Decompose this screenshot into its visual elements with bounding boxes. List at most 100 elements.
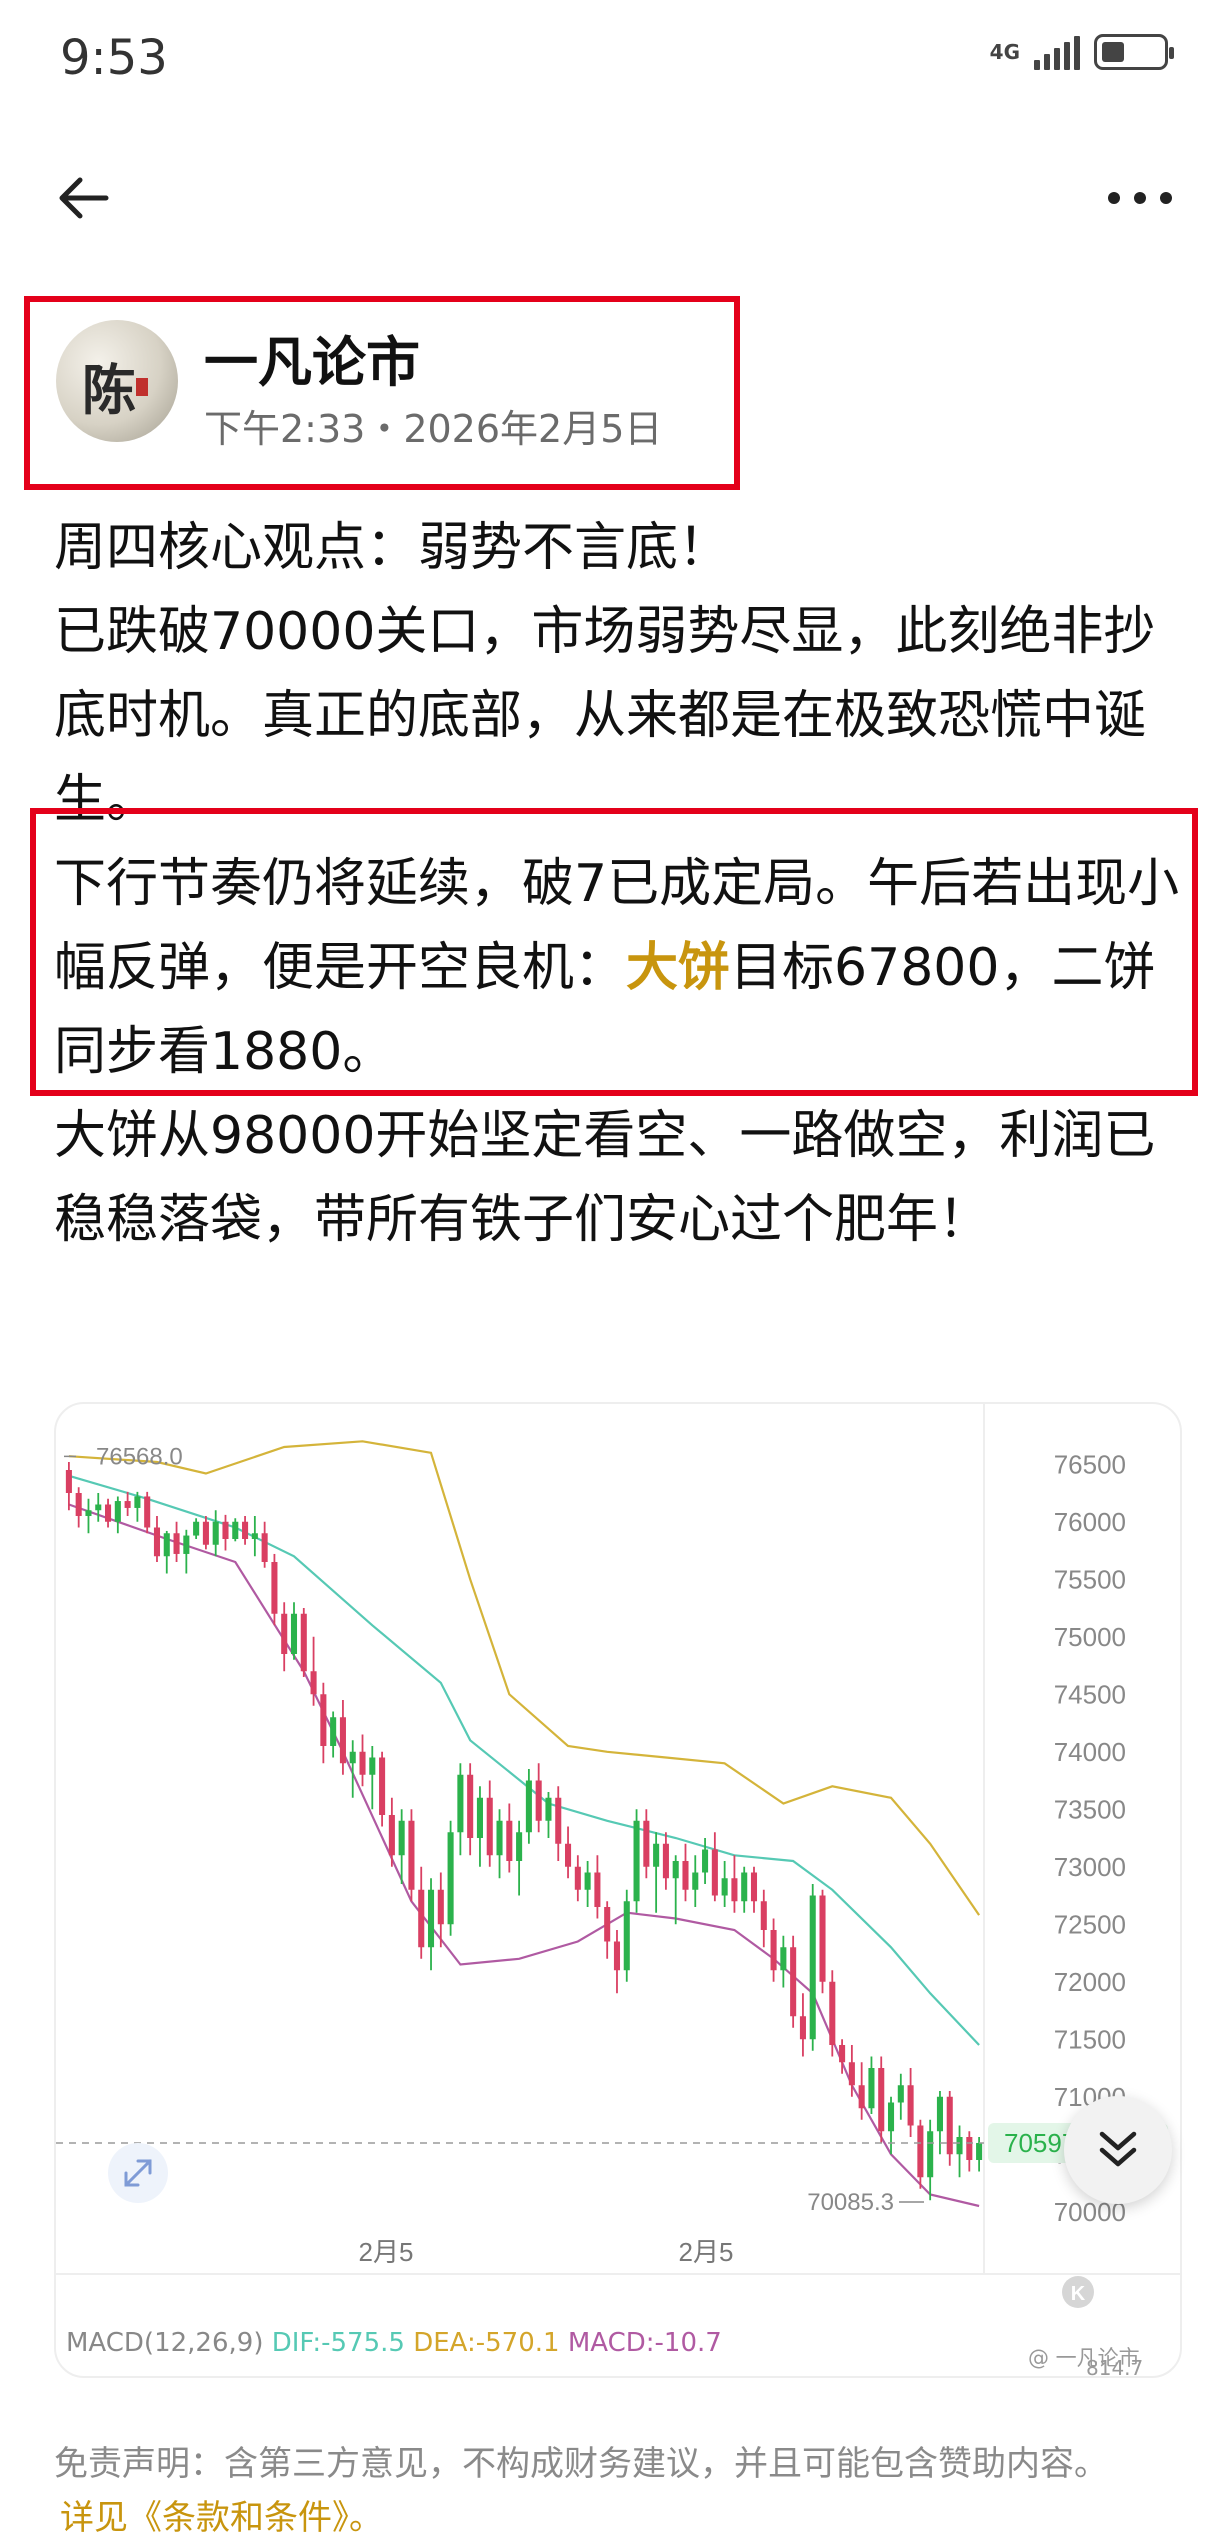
candle-body: [760, 1901, 767, 1930]
mid-band-line: [68, 1474, 980, 2046]
arrow-left-icon: [59, 177, 109, 219]
candle-body: [692, 1872, 699, 1890]
upper-band-line: [68, 1440, 981, 1916]
candle-body: [858, 2085, 865, 2109]
author-name[interactable]: 一凡论市: [204, 318, 420, 397]
candle-body: [653, 1843, 660, 1867]
candle-body: [633, 1820, 640, 1902]
candle-body: [369, 1757, 376, 1775]
chart-card[interactable]: 76500 76000 75500 75000 74500 74000 73500 73000…: [54, 1402, 1182, 2378]
post-time: 下午2:33・2026年2月5日: [204, 407, 663, 451]
avatar-calligraphy: 陈: [82, 358, 136, 422]
back-button[interactable]: [54, 168, 114, 228]
paragraph-highlight-box: [30, 808, 1198, 1096]
network-label: 4G: [989, 40, 1020, 64]
y-tick-label: 74500: [1054, 1679, 1126, 1709]
candle-body: [623, 1901, 630, 1971]
candle-body: [144, 1496, 151, 1528]
candle-body: [711, 1849, 718, 1896]
candle-body: [457, 1774, 464, 1833]
candle-body: [281, 1613, 288, 1654]
candle-body: [848, 2062, 855, 2086]
candle-body: [799, 2016, 806, 2040]
candle-body: [193, 1521, 200, 1536]
signal-icon: [1034, 34, 1080, 70]
status-bar: 9:53 4G: [0, 0, 1228, 120]
y-tick-label: 75500: [1054, 1564, 1126, 1594]
candle-body: [780, 1947, 787, 1971]
candle-body: [516, 1832, 523, 1861]
candle-body: [956, 2137, 963, 2155]
candle-body: [212, 1521, 219, 1545]
candle-body: [946, 2096, 953, 2155]
candle-body: [819, 1895, 826, 1982]
candle-body: [604, 1907, 611, 1942]
price-chart: 76500 76000 75500 75000 74500 74000 73500 73000…: [56, 1404, 1180, 2308]
candle-body: [398, 1820, 405, 1856]
candle-body: [476, 1797, 483, 1838]
candle-body: [163, 1533, 170, 1557]
post-paragraph-4: 大饼从98000开始坚定看空、一路做空，利润已稳稳落袋，带所有铁子们安心过个肥年…: [54, 1106, 1156, 1250]
candle-body: [85, 1510, 92, 1516]
k-logo-letter: K: [1071, 2283, 1086, 2305]
candle-body: [496, 1820, 503, 1856]
x-tick-label: 2月5: [359, 2237, 414, 2267]
candle-body: [105, 1504, 112, 1522]
terms-link[interactable]: 详见《条款和条件》。: [60, 2490, 383, 2539]
candle-body: [594, 1872, 601, 1907]
candle-body: [535, 1780, 542, 1821]
candle-body: [584, 1872, 591, 1890]
macd-value: MACD:-10.7: [567, 2328, 722, 2358]
y-tick-label: 72500: [1054, 1909, 1126, 1939]
macd-dif: DIF:-575.5: [271, 2328, 405, 2358]
candle-body: [388, 1815, 395, 1856]
candle-body: [427, 1889, 435, 1948]
status-time: 9:53: [60, 30, 168, 86]
avatar-seal: [136, 378, 148, 396]
y-tick-label: 71500: [1054, 2024, 1126, 2054]
y-tick-label: 76500: [1054, 1449, 1126, 1479]
scroll-down-button[interactable]: [1064, 2096, 1172, 2204]
y-tick-label: 73000: [1054, 1852, 1126, 1882]
post-paragraph-1: 周四核心观点：弱势不言底！: [54, 518, 731, 578]
x-tick-label: 2月5: [679, 2237, 734, 2267]
candle-body: [408, 1820, 415, 1890]
candle-body: [839, 2045, 846, 2063]
candle-body: [65, 1470, 72, 1493]
candle-body: [124, 1501, 131, 1508]
candle-body: [310, 1671, 317, 1695]
lower-band-line: [68, 1503, 980, 2208]
low-price-label: 70085.3: [807, 2189, 894, 2216]
y-tick-label: 73500: [1054, 1794, 1126, 1824]
candle-body: [790, 1947, 797, 2017]
candle-body: [741, 1872, 748, 1902]
candle-body: [467, 1774, 474, 1838]
candle-body: [261, 1533, 268, 1562]
candle-body: [95, 1504, 102, 1511]
candle-body: [447, 1832, 454, 1925]
candle-body: [770, 1930, 777, 1971]
candle-body: [437, 1889, 444, 1925]
candle-body: [897, 2085, 904, 2103]
candle-body: [702, 1849, 709, 1873]
candle-body: [300, 1613, 307, 1672]
avatar[interactable]: 陈: [56, 320, 178, 442]
candle-body: [574, 1866, 581, 1890]
candle-body: [153, 1527, 161, 1557]
more-dots-icon[interactable]: [1108, 178, 1172, 218]
double-chevron-down-icon: [1099, 2131, 1137, 2167]
macd-dea: DEA:-570.1: [413, 2328, 560, 2358]
candle-body: [525, 1780, 532, 1833]
candle-body: [251, 1533, 258, 1539]
candle-body: [721, 1878, 728, 1896]
candle-body: [927, 2131, 934, 2178]
candle-body: [731, 1878, 738, 1902]
candle-body: [672, 1861, 679, 1879]
candle-body: [565, 1843, 572, 1867]
high-price-label: 76568.0: [96, 1443, 183, 1470]
candle-body: [662, 1843, 669, 1879]
candle-body: [320, 1694, 327, 1746]
candle-body: [545, 1797, 552, 1821]
candle-body: [359, 1751, 366, 1775]
y-tick-label: 75000: [1054, 1622, 1126, 1652]
